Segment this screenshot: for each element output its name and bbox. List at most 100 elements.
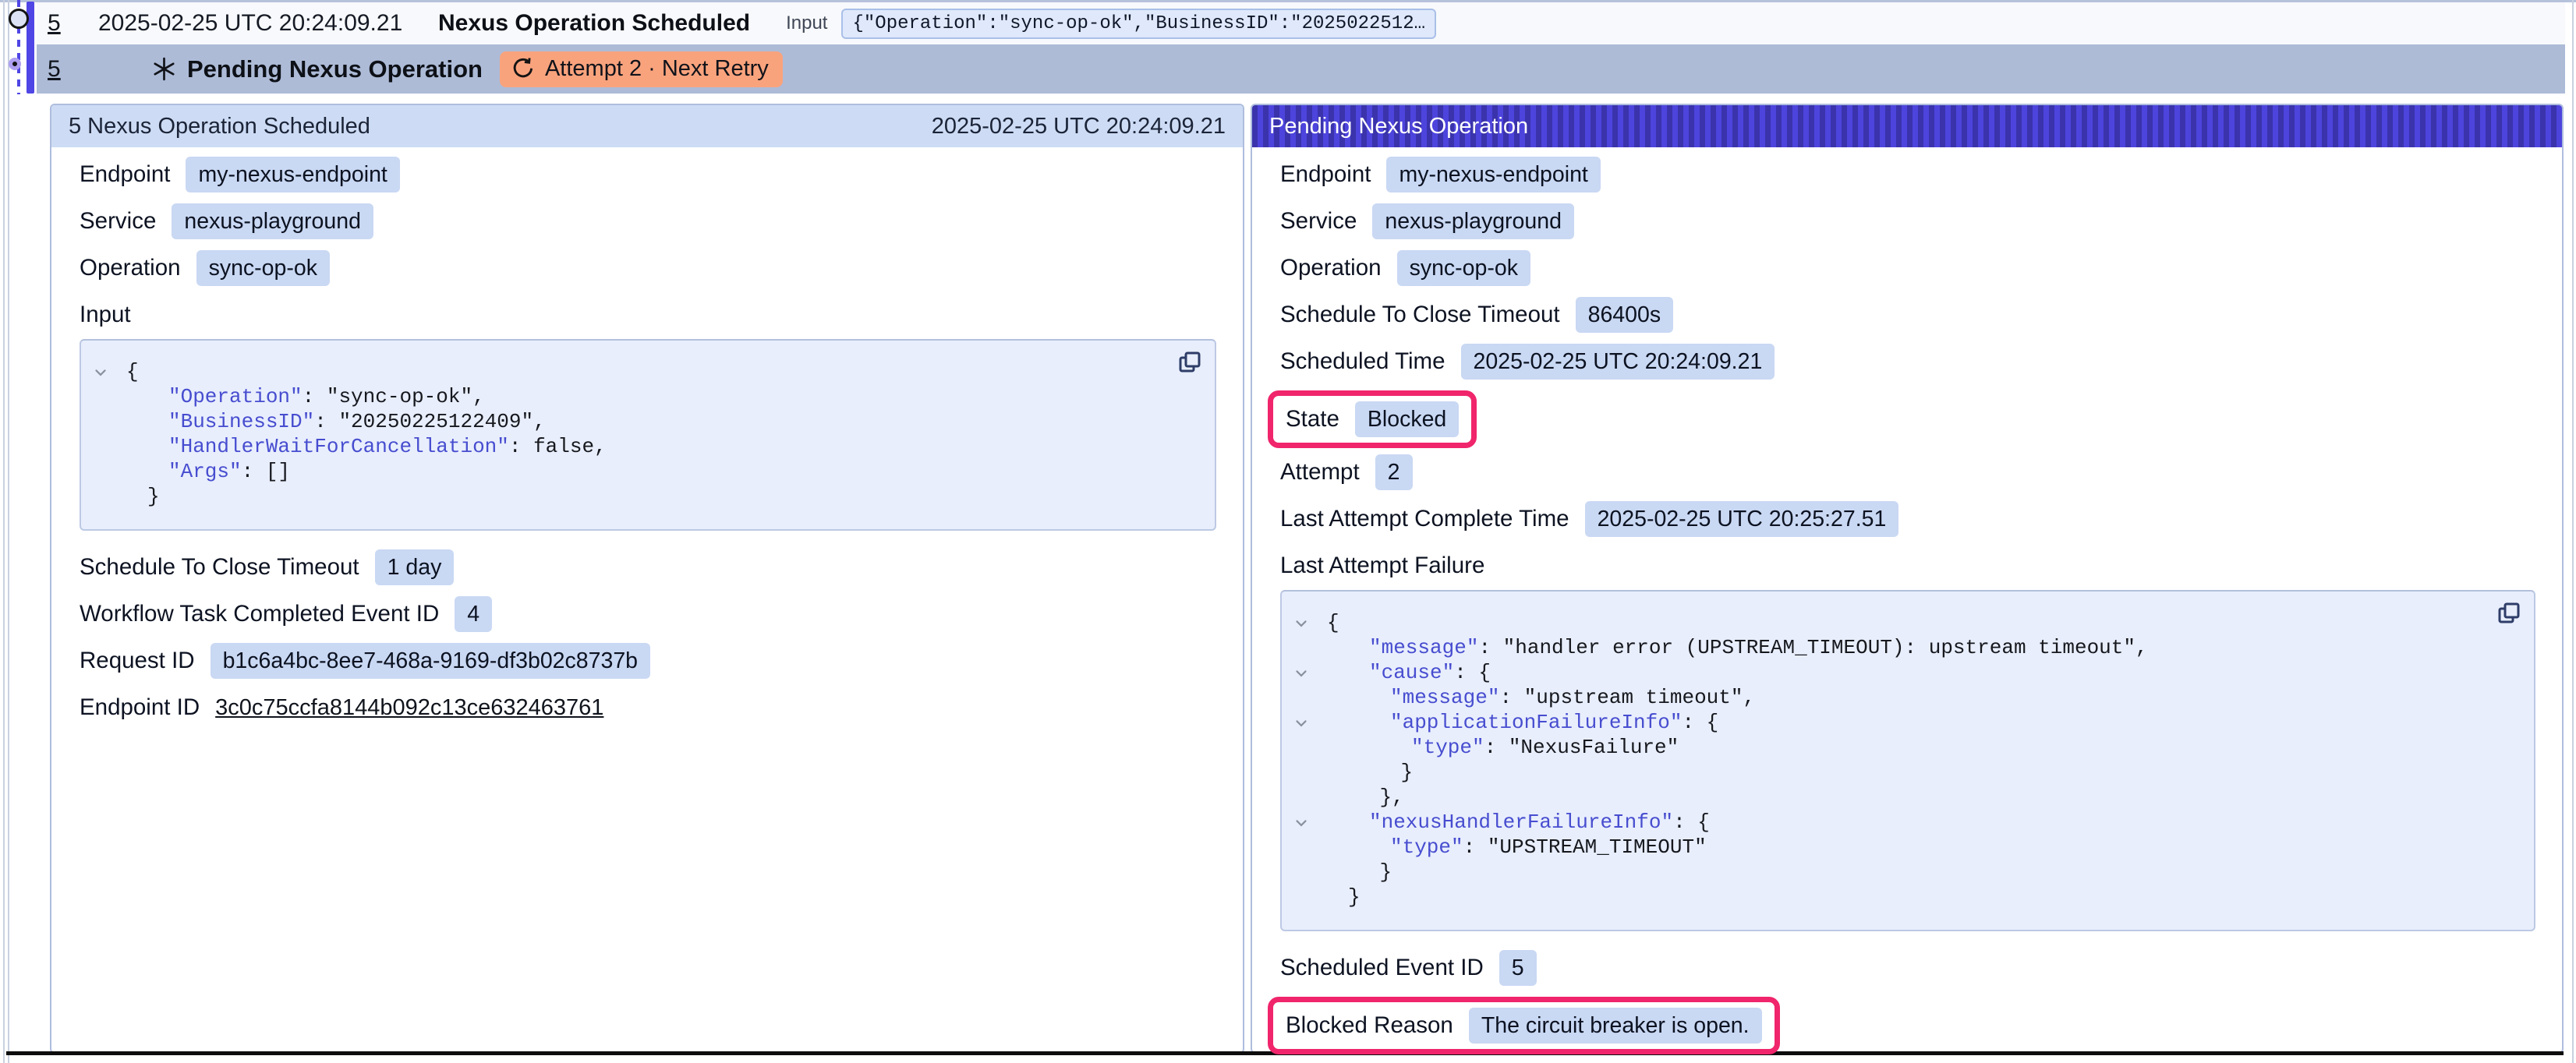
field-row-attempt: Attempt 2	[1280, 454, 2535, 490]
field-value-link[interactable]: 3c0c75ccfa8144b092c13ce632463761	[215, 695, 603, 721]
event-timestamp: 2025-02-25 UTC 20:24:09.21	[98, 10, 404, 37]
event-title: Nexus Operation Scheduled	[438, 10, 750, 37]
field-row-request-id: Request ID b1c6a4bc-8ee7-468a-9169-df3b02…	[80, 643, 1216, 679]
scheduled-panel-time: 2025-02-25 UTC 20:24:09.21	[932, 114, 1226, 139]
json-line: }	[92, 484, 1199, 509]
json-line: }	[1293, 760, 2518, 785]
input-json-preview[interactable]: {"Operation":"sync-op-ok","BusinessID":"…	[841, 9, 1436, 39]
event-row-scheduled[interactable]: 5 2025-02-25 UTC 20:24:09.21 Nexus Opera…	[37, 2, 2565, 44]
field-label: Endpoint ID	[80, 690, 200, 726]
json-line: "message": "handler error (UPSTREAM_TIME…	[1293, 635, 2518, 660]
json-line: "applicationFailureInfo": {	[1293, 710, 2518, 735]
field-label: Blocked Reason	[1286, 1008, 1453, 1044]
left-border-line-inner	[8, 0, 9, 1063]
json-line: "nexusHandlerFailureInfo": {	[1293, 810, 2518, 835]
field-row-endpoint: Endpoint my-nexus-endpoint	[80, 157, 1216, 192]
field-value-badge: b1c6a4bc-8ee7-468a-9169-df3b02c8737b	[211, 643, 650, 679]
scheduled-panel-body: Endpoint my-nexus-endpoint Servicenexus-pl…	[51, 147, 1243, 726]
workflow-event-history-page: 5 2025-02-25 UTC 20:24:09.21 Nexus Opera…	[0, 0, 2576, 1063]
collapse-chevron-icon[interactable]	[1294, 816, 1308, 830]
field-label: Workflow Task Completed Event ID	[80, 596, 439, 632]
field-value-badge: sync-op-ok	[196, 250, 330, 286]
field-label: Schedule To Close Timeout	[80, 549, 359, 585]
event-row-pending[interactable]: 5 Pending Nexus Operation Attempt 2 · Ne…	[37, 44, 2565, 94]
field-value-badge: my-nexus-endpoint	[1386, 157, 1600, 192]
timeline-marker-current-icon	[9, 58, 21, 70]
field-label: Scheduled Time	[1280, 344, 1445, 380]
field-row-workflow-task-completed-event-id: Workflow Task Completed Event ID 4	[80, 596, 1216, 632]
pending-panel-header: Pending Nexus Operation	[1252, 105, 2562, 147]
field-value-badge: 5	[1499, 950, 1537, 986]
field-label: Request ID	[80, 643, 195, 679]
field-row-service: Servicenexus-playground	[80, 203, 1216, 239]
field-label: Operation	[1280, 250, 1382, 286]
json-line: "cause": {	[1293, 660, 2518, 685]
event-detail-panels: 5 Nexus Operation Scheduled 2025-02-25 U…	[50, 104, 2564, 1054]
field-label: Operation	[80, 250, 181, 286]
json-line: "Operation": "sync-op-ok",	[92, 384, 1199, 409]
field-value-badge: The circuit breaker is open.	[1469, 1008, 1762, 1044]
json-line: "Args": []	[92, 459, 1199, 484]
field-row-schedule-to-close-timeout: Schedule To Close Timeout 86400s	[1280, 297, 2535, 333]
field-label: Scheduled Event ID	[1280, 950, 1484, 986]
right-border-line	[2572, 0, 2574, 1063]
field-label: Last Attempt Complete Time	[1280, 501, 1569, 537]
field-value-badge: 86400s	[1576, 297, 1674, 333]
pending-asterisk-icon	[152, 57, 176, 81]
event-history-rows: 5 2025-02-25 UTC 20:24:09.21 Nexus Opera…	[37, 2, 2565, 94]
json-line: }	[1293, 885, 2518, 909]
field-value-badge: nexus-playground	[172, 203, 373, 239]
field-row-endpoint: Endpoint my-nexus-endpoint	[1280, 157, 2535, 192]
field-row-schedule-to-close-timeout: Schedule To Close Timeout 1 day	[80, 549, 1216, 585]
pending-operation-panel: Pending Nexus Operation Endpoint my-nexus…	[1251, 104, 2564, 1054]
json-line: }	[1293, 860, 2518, 885]
field-value-badge: 4	[455, 596, 492, 632]
left-border-line-outer	[3, 0, 5, 1063]
field-value-badge: 2	[1375, 454, 1413, 490]
field-value-badge: my-nexus-endpoint	[186, 157, 399, 192]
field-row-scheduled-event-id: Scheduled Event ID 5	[1280, 950, 2535, 986]
json-line: "HandlerWaitForCancellation": false,	[92, 434, 1199, 459]
field-value-badge: 1 day	[375, 549, 455, 585]
field-row-endpoint-id: Endpoint ID 3c0c75ccfa8144b092c13ce632463…	[80, 690, 1216, 726]
event-title: Pending Nexus Operation	[187, 55, 483, 83]
json-line: "type": "UPSTREAM_TIMEOUT"	[1293, 835, 2518, 860]
field-value-badge: Blocked	[1355, 401, 1459, 437]
collapse-chevron-icon[interactable]	[1294, 616, 1308, 630]
retry-icon	[511, 57, 534, 80]
field-label: Endpoint	[1280, 157, 1371, 192]
field-label-last-attempt-failure: Last Attempt Failure	[1280, 548, 2535, 584]
field-value-badge: nexus-playground	[1372, 203, 1574, 239]
annotation-highlight-box: State Blocked	[1268, 390, 1477, 448]
json-line: {	[1293, 610, 2518, 635]
field-value-badge: 2025-02-25 UTC 20:25:27.51	[1585, 501, 1899, 537]
event-id-link[interactable]: 5	[48, 56, 91, 83]
attempt-badge-label: Attempt 2 · Next Retry	[545, 56, 769, 82]
field-value-badge: 2025-02-25 UTC 20:24:09.21	[1461, 344, 1775, 380]
field-label: Schedule To Close Timeout	[1280, 297, 1560, 333]
field-row-service: Servicenexus-playground	[1280, 203, 2535, 239]
annotation-highlight-box: Blocked Reason The circuit breaker is ope…	[1268, 997, 1780, 1054]
scheduled-event-panel: 5 Nexus Operation Scheduled 2025-02-25 U…	[50, 104, 1244, 1054]
json-line: "type": "NexusFailure"	[1293, 735, 2518, 760]
scheduled-panel-header: 5 Nexus Operation Scheduled 2025-02-25 U…	[51, 105, 1243, 147]
field-value-badge: sync-op-ok	[1397, 250, 1530, 286]
field-row-operation: Operation sync-op-ok	[80, 250, 1216, 286]
collapse-chevron-icon[interactable]	[1294, 666, 1308, 680]
field-row-state: State Blocked	[1280, 390, 2535, 448]
field-label: Attempt	[1280, 454, 1360, 490]
field-label: State	[1286, 401, 1339, 437]
attempt-retry-badge: Attempt 2 · Next Retry	[500, 51, 783, 87]
event-id-link[interactable]: 5	[48, 10, 91, 37]
field-row-operation: Operation sync-op-ok	[1280, 250, 2535, 286]
collapse-chevron-icon[interactable]	[94, 366, 108, 380]
scheduled-panel-title: 5 Nexus Operation Scheduled	[69, 114, 370, 139]
collapse-chevron-icon[interactable]	[1294, 716, 1308, 730]
timeline-marker-open-icon	[9, 9, 29, 29]
json-viewer-input: {"Operation": "sync-op-ok","BusinessID":…	[80, 339, 1216, 531]
json-line: },	[1293, 785, 2518, 810]
pending-panel-body: Endpoint my-nexus-endpoint Servicenexus-pl…	[1252, 147, 2562, 1054]
field-row-last-attempt-complete-time: Last Attempt Complete Time 2025-02-25 UTC…	[1280, 501, 2535, 537]
field-label: Endpoint	[80, 157, 170, 192]
json-line: "BusinessID": "20250225122409",	[92, 409, 1199, 434]
